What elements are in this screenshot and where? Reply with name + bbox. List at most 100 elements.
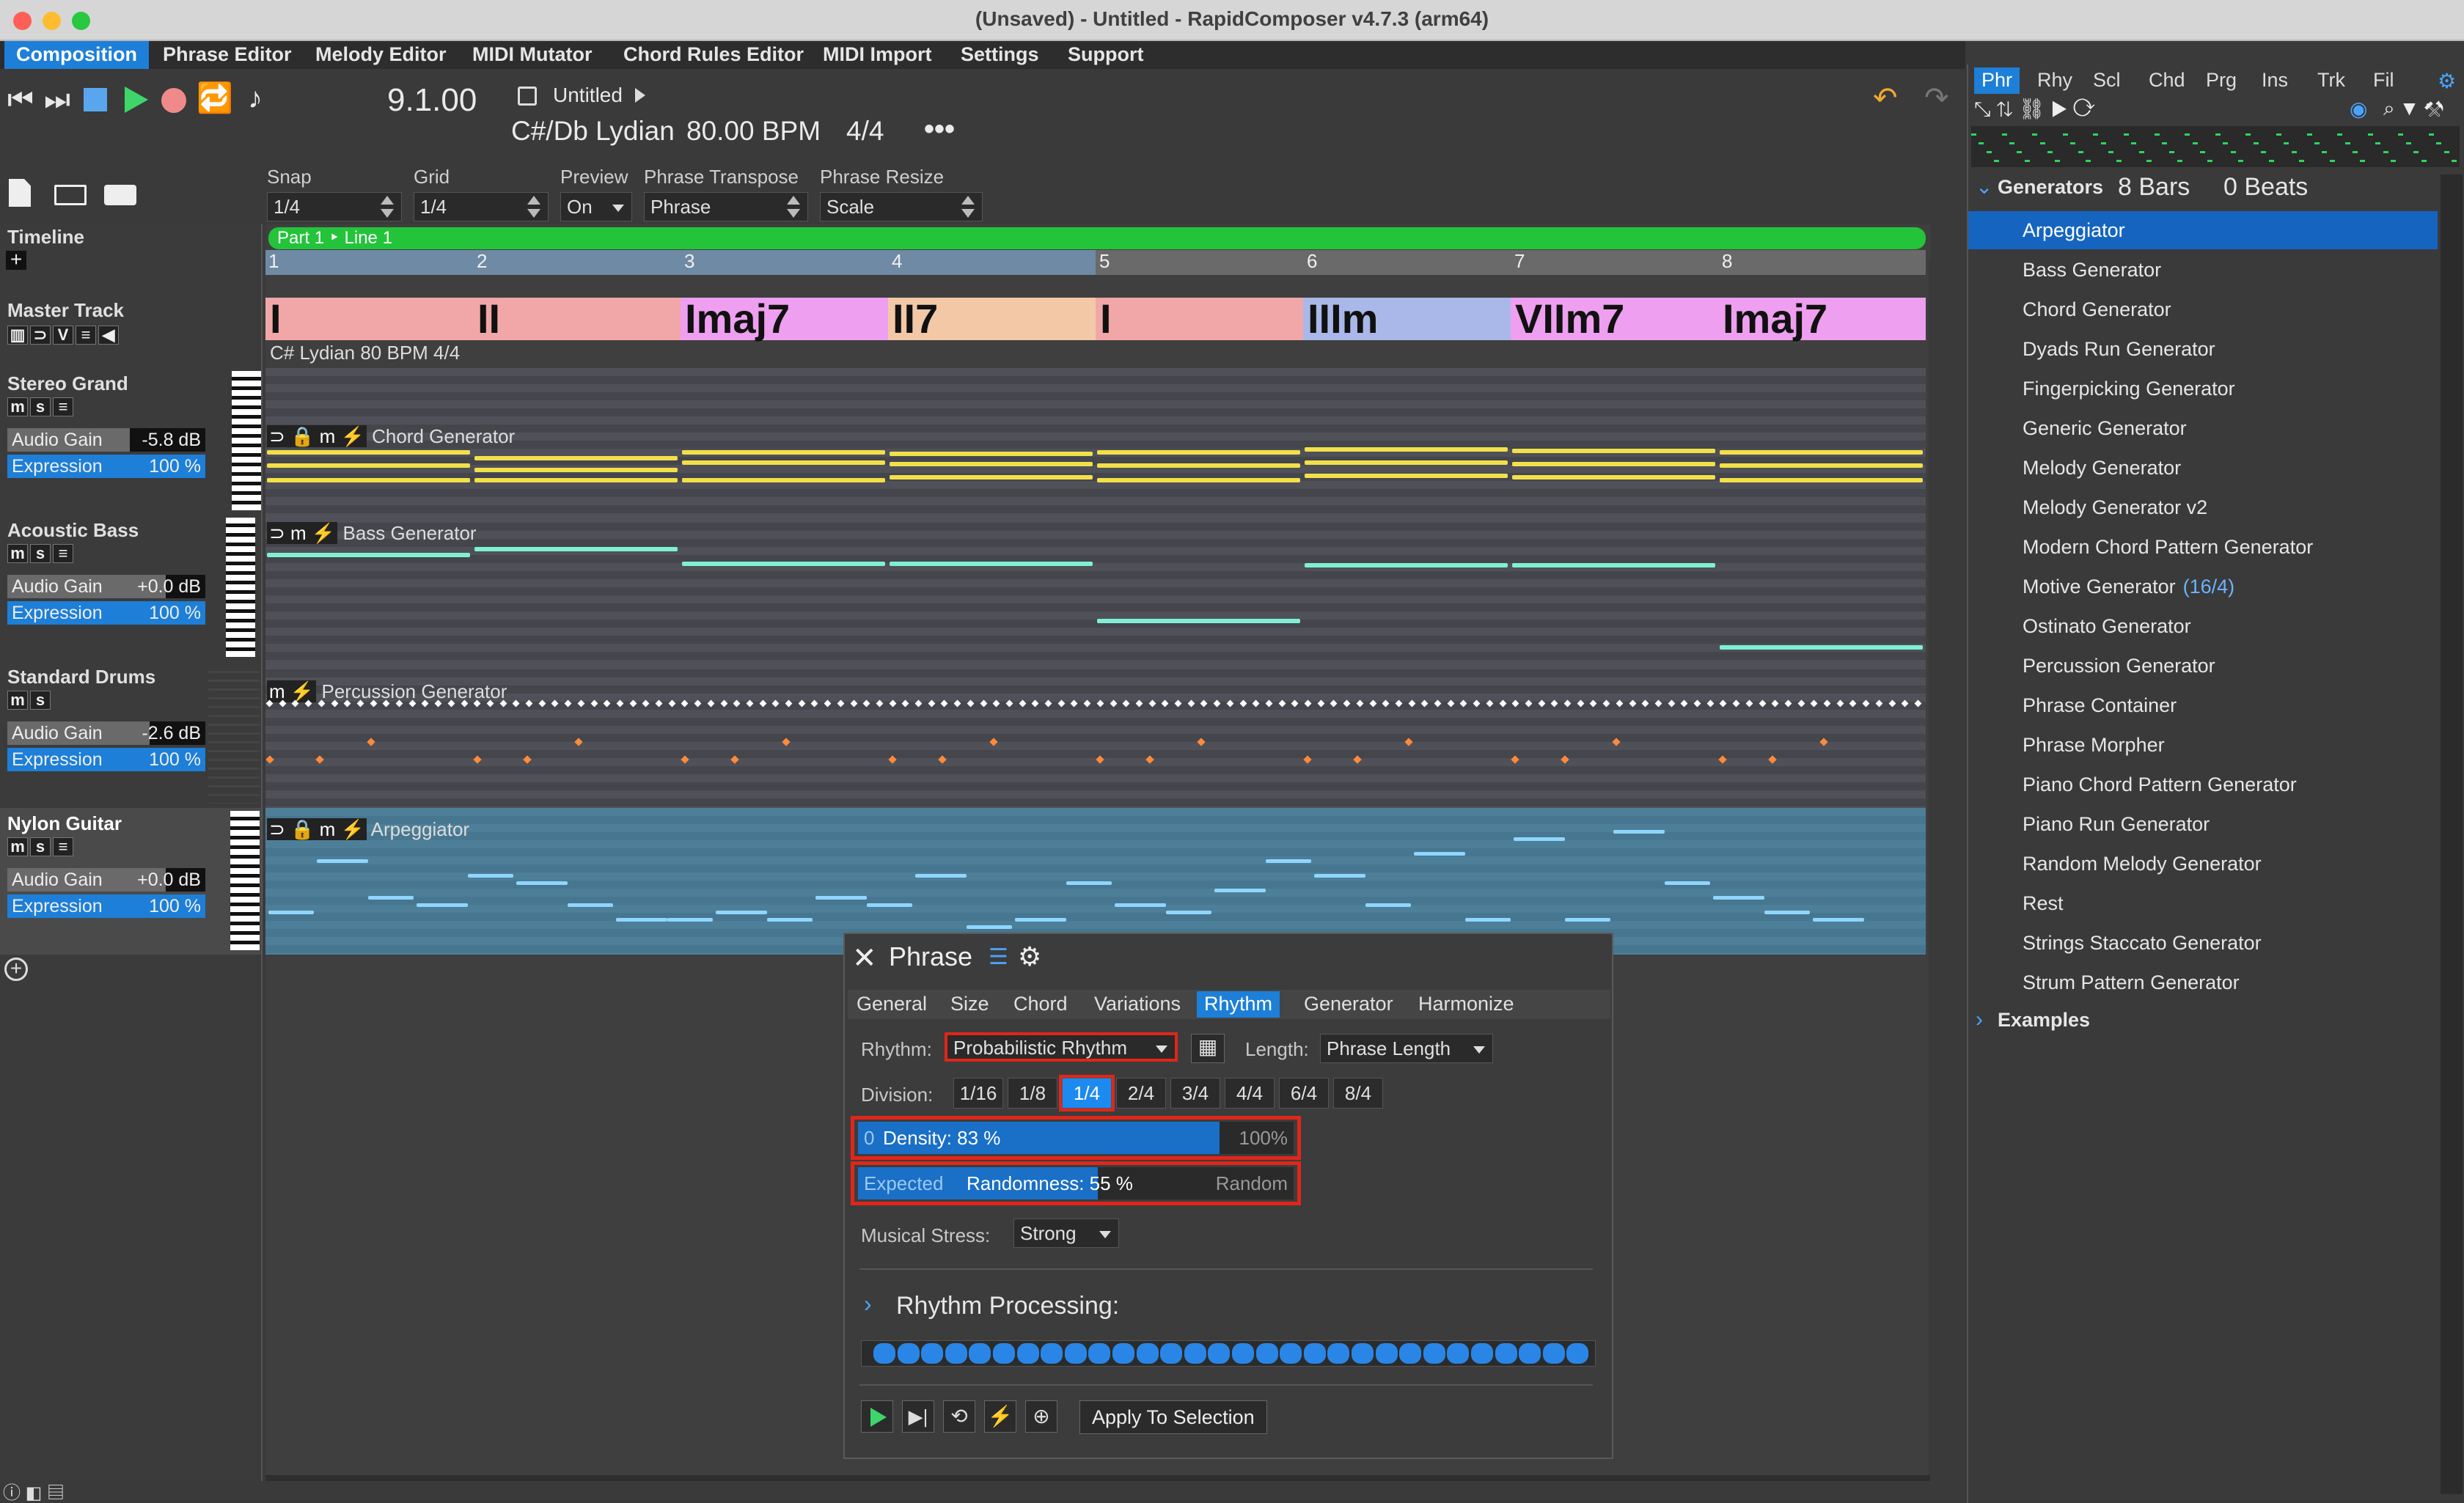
generator-item[interactable]: Dyads Run Generator [1968, 330, 2438, 368]
drum-hit[interactable] [590, 699, 598, 708]
division-3-4[interactable]: 3/4 [1170, 1078, 1220, 1109]
drum-hit[interactable] [1304, 699, 1312, 708]
drum-hit[interactable] [989, 738, 998, 746]
drum-hit[interactable] [473, 755, 482, 764]
drum-hit[interactable] [315, 755, 324, 764]
generator-item[interactable]: Phrase Morpher [1968, 726, 2438, 764]
drum-hit[interactable] [1447, 699, 1455, 708]
drum-hit[interactable] [1901, 699, 1909, 708]
track-stereo-grand[interactable]: Stereo Grand m s ≡ Audio Gain -5.8 dB Expre… [0, 368, 261, 515]
division-1-16[interactable]: 1/16 [953, 1078, 1003, 1109]
play-step-icon[interactable]: ▶| [902, 1400, 934, 1433]
drum-hit[interactable] [1382, 699, 1390, 708]
menu-chord-rules-editor[interactable]: Chord Rules Editor [612, 41, 815, 69]
midi-note[interactable] [474, 456, 678, 460]
drum-hit[interactable] [1096, 699, 1104, 708]
chord-block[interactable]: Imaj7 [1718, 298, 1926, 340]
undo-icon[interactable]: ↶ [1873, 84, 1898, 113]
drum-hit[interactable] [1732, 699, 1740, 708]
generator-item[interactable]: Strum Pattern Generator [1968, 963, 2438, 1002]
audio-gain-slider[interactable]: Audio Gain -2.6 dB [7, 721, 205, 745]
drum-hit[interactable] [953, 699, 961, 708]
midi-note[interactable] [1365, 903, 1411, 907]
tab-general[interactable]: General [849, 991, 934, 1018]
drum-hit[interactable] [1550, 699, 1558, 708]
chord-block[interactable]: II [473, 298, 681, 340]
musical-stress-select[interactable]: Strong [1013, 1219, 1119, 1248]
drum-hit[interactable] [1019, 699, 1027, 708]
drum-hit[interactable] [367, 738, 375, 746]
drum-hit[interactable] [1070, 699, 1078, 708]
chord-block[interactable]: I [1096, 298, 1303, 340]
regenerate-icon[interactable]: ⚡ [984, 1400, 1016, 1433]
drum-hit[interactable] [1174, 699, 1182, 708]
tab-generator[interactable]: Generator [1297, 991, 1401, 1018]
drum-hit[interactable] [1563, 699, 1572, 708]
redo-icon[interactable]: ↷ [1924, 84, 1949, 113]
midi-note[interactable] [1813, 918, 1864, 922]
division-6-4[interactable]: 6/4 [1279, 1078, 1329, 1109]
drum-hit[interactable] [1005, 699, 1013, 708]
midi-note[interactable] [468, 874, 513, 878]
snap-select[interactable]: 1/4 [267, 192, 402, 221]
piano-keys[interactable] [230, 811, 260, 950]
drum-hit[interactable] [992, 699, 1000, 708]
phrase-label[interactable]: m ⚡ Percussion Generator [267, 680, 507, 703]
drum-hit[interactable] [1538, 699, 1546, 708]
song-arrow-icon[interactable] [635, 88, 645, 103]
generator-item[interactable]: Strings Staccato Generator [1968, 924, 2438, 962]
midi-note[interactable] [867, 903, 912, 907]
drum-hit[interactable] [1525, 699, 1533, 708]
generator-item[interactable]: Bass Generator [1968, 251, 2438, 289]
tab-phr[interactable]: Phr [1974, 67, 2020, 94]
drum-hit[interactable] [1239, 699, 1247, 708]
drum-hit[interactable] [1511, 755, 1519, 764]
drum-hit[interactable] [928, 699, 936, 708]
tab-rhy[interactable]: Rhy [2030, 67, 2080, 94]
drum-hit[interactable] [1654, 699, 1662, 708]
drum-hit[interactable] [1459, 699, 1467, 708]
midi-note[interactable] [267, 450, 470, 455]
drum-hit[interactable] [1408, 699, 1416, 708]
bpm-display[interactable]: 80.00 BPM [686, 116, 821, 147]
drum-hit[interactable] [876, 699, 884, 708]
drum-hit[interactable] [1291, 699, 1299, 708]
drum-hit[interactable] [967, 699, 975, 708]
track-nylon-guitar[interactable]: Nylon Guitar m s ≡ Audio Gain +0.0 dB Expre… [0, 808, 261, 955]
drum-hit[interactable] [1771, 699, 1779, 708]
expression-slider[interactable]: Expression 100 % [7, 601, 205, 625]
menu-composition[interactable]: Composition [4, 41, 149, 69]
generator-item[interactable]: Ostinato Generator [1968, 607, 2438, 645]
division-4-4[interactable]: 4/4 [1225, 1078, 1275, 1109]
drum-hit[interactable] [720, 699, 727, 708]
drum-hit[interactable] [785, 699, 793, 708]
drum-hit[interactable] [1122, 699, 1130, 708]
drum-hit[interactable] [603, 699, 611, 708]
drum-hit[interactable] [1693, 699, 1701, 708]
phrase-transpose-select[interactable]: Phrase [644, 192, 808, 221]
rhythm-processing-label[interactable]: Rhythm Processing: [896, 1292, 1119, 1320]
chord-block[interactable]: IIIm [1303, 298, 1511, 340]
drum-hit[interactable] [824, 699, 832, 708]
phrase-label[interactable]: ⊃ 🔒 m ⚡ Arpeggiator [267, 818, 469, 841]
drum-hit[interactable] [525, 699, 533, 708]
tab-fil[interactable]: Fil [2366, 67, 2402, 94]
audio-gain-slider[interactable]: Audio Gain +0.0 dB [7, 868, 205, 892]
drum-hit[interactable] [1602, 699, 1610, 708]
drum-hit[interactable] [888, 755, 897, 764]
midi-note[interactable] [1214, 889, 1266, 892]
drum-hit[interactable] [1641, 699, 1649, 708]
midi-note[interactable] [1764, 911, 1810, 914]
drum-hit[interactable] [1862, 699, 1870, 708]
menu-settings[interactable]: Settings [949, 41, 1051, 69]
generator-item[interactable]: Piano Run Generator [1968, 805, 2438, 843]
midi-note[interactable] [1514, 837, 1565, 841]
drum-hit[interactable] [538, 699, 546, 708]
drum-hit[interactable] [730, 755, 739, 764]
midi-note[interactable] [682, 450, 885, 455]
chevron-right-icon[interactable]: › [864, 1290, 872, 1318]
midi-note[interactable] [1414, 852, 1465, 856]
drum-hit[interactable] [1031, 699, 1039, 708]
drum-hit[interactable] [1404, 738, 1413, 746]
mute-button[interactable]: m [7, 544, 28, 563]
